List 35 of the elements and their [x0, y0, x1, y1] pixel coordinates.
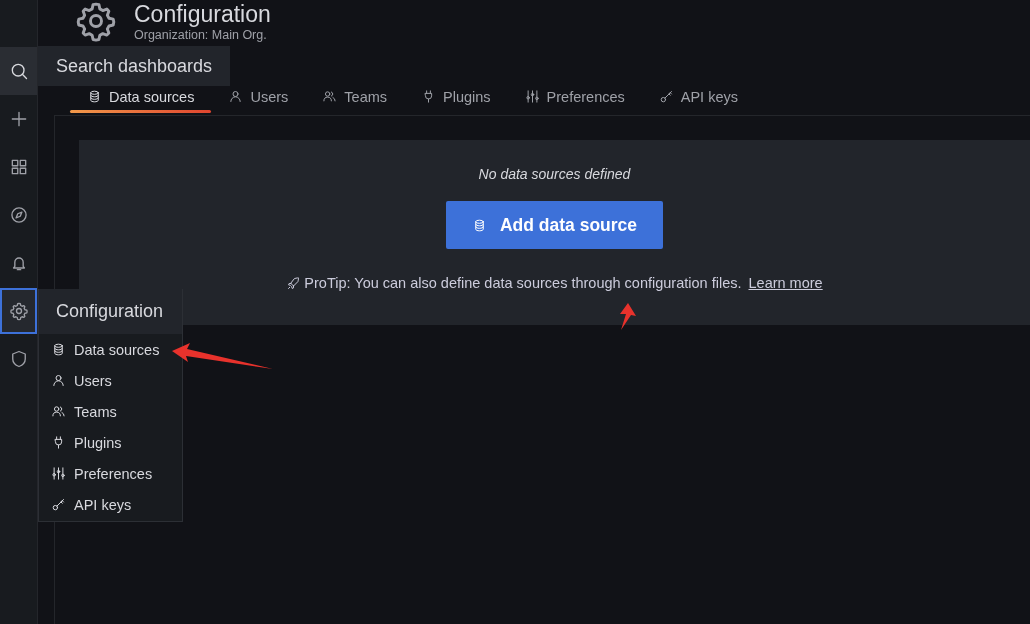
menu-item[interactable]: Plugins [39, 427, 182, 458]
menu-item[interactable]: Teams [39, 396, 182, 427]
key-icon [51, 497, 66, 512]
annotation-arrow [620, 303, 636, 330]
user-icon [228, 89, 244, 104]
users-icon [322, 89, 338, 104]
database-icon [87, 89, 102, 104]
tab[interactable]: API keys [641, 80, 755, 113]
protip-text: ProTip: You can also define data sources through configuration files. [304, 275, 742, 291]
tab[interactable]: Plugins [404, 80, 508, 113]
tab[interactable]: Preferences [507, 80, 642, 113]
menu-item[interactable]: API keys [39, 489, 182, 520]
menu-header: Configuration [39, 289, 182, 334]
sliders-icon [51, 466, 66, 481]
tooltip: Search dashboards [38, 46, 230, 86]
database-icon [51, 342, 66, 357]
rocket-icon [286, 275, 302, 291]
key-icon [658, 89, 674, 104]
menu-item[interactable]: Data sources [39, 334, 182, 365]
add-data-source-button[interactable]: Add data source [445, 201, 664, 249]
page-title: Configuration [134, 0, 271, 28]
menu-item[interactable]: Preferences [39, 458, 182, 489]
sidebar-item[interactable] [0, 288, 37, 334]
settings-icon [8, 301, 29, 321]
sliders-icon [524, 89, 540, 104]
tab[interactable]: Teams [305, 80, 405, 113]
empty-message: No data sources defined [478, 166, 631, 182]
sidebar-item[interactable] [0, 47, 37, 95]
page-subtitle: Organization: Main Org. [134, 28, 268, 42]
users-icon [51, 404, 66, 419]
learn-more-link[interactable]: Learn more [748, 275, 823, 291]
user-icon [51, 373, 66, 388]
settings-icon [74, 0, 118, 43]
menu-item[interactable]: Users [39, 365, 182, 396]
compass-icon [8, 205, 29, 225]
